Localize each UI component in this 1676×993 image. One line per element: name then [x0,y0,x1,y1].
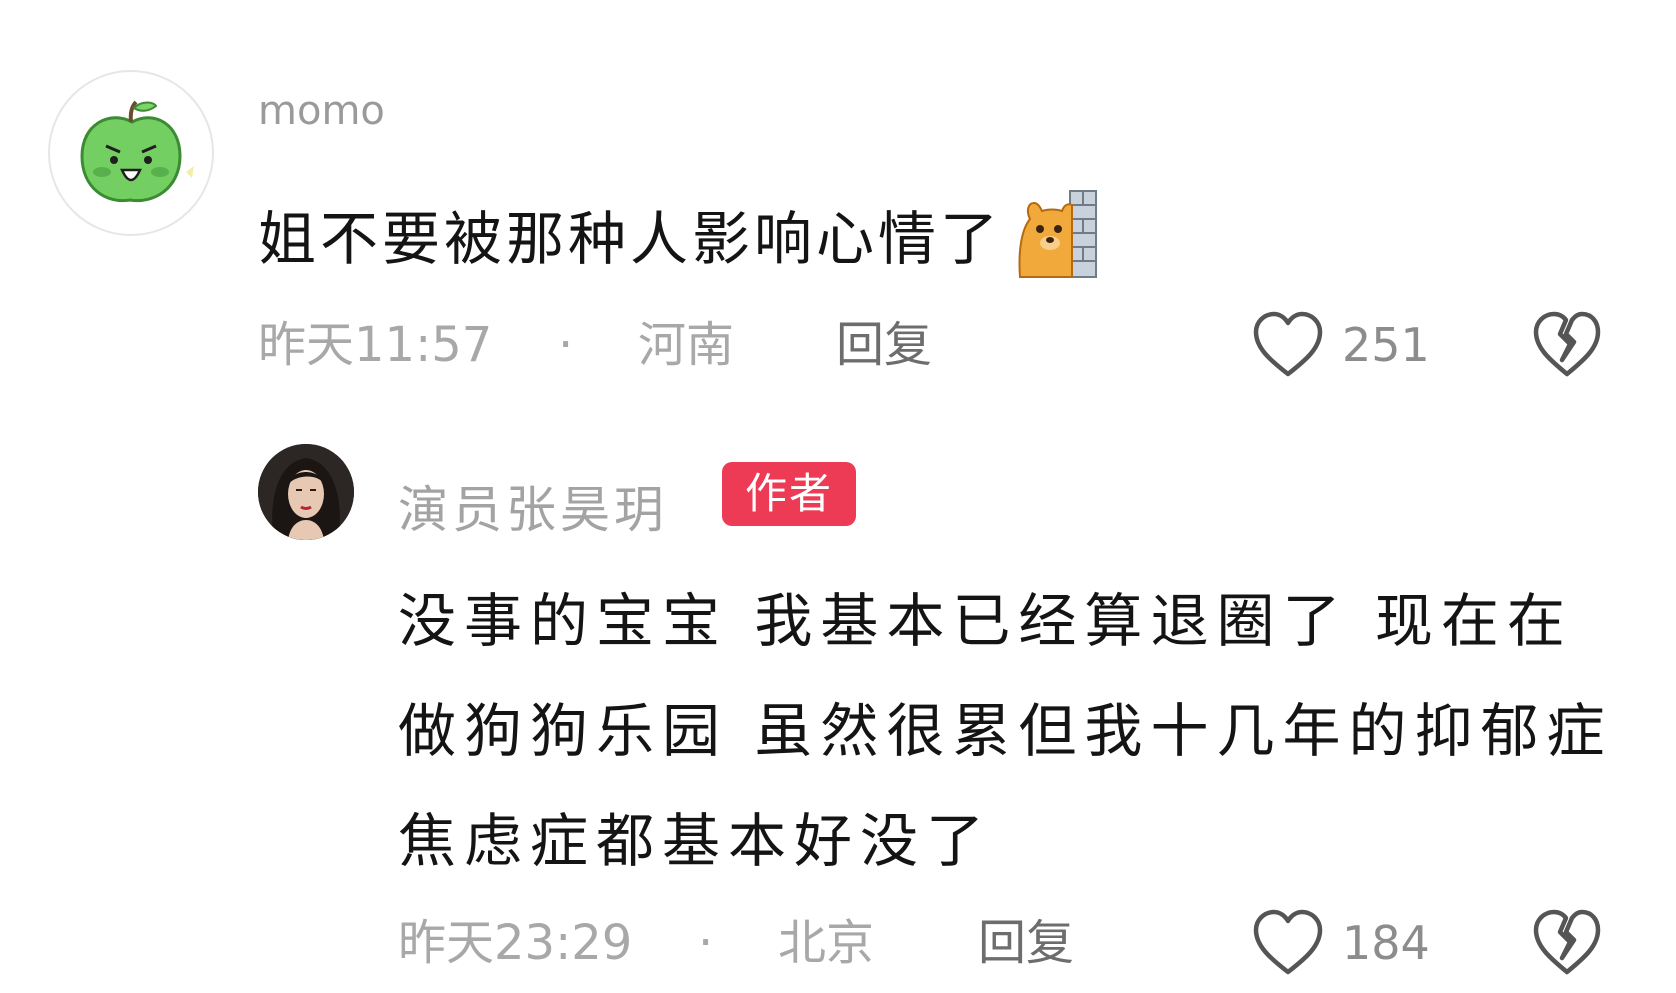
reply-item: 演员张昊玥 作者 没事的宝宝 我基本已经算退圈了 现在在做狗狗乐园 虽然很累但我… [0,430,1676,993]
broken-heart-icon[interactable] [1530,310,1604,380]
broken-heart-icon[interactable] [1530,908,1604,978]
comment-item: momo 姐不要被那种人影响心情了 昨天11:57 · 河南 回复 251 [0,0,1676,420]
reply-button[interactable]: 回复 [978,908,1074,978]
separator: · [698,915,714,971]
portrait-avatar-icon [258,444,354,540]
heart-icon[interactable] [1250,908,1326,978]
author-username[interactable]: 演员张昊玥 [398,470,668,542]
bear-peeking-emoji [1016,189,1100,281]
user-avatar[interactable] [48,70,214,236]
separator: · [558,317,574,373]
location: 河南 [638,317,735,373]
timestamp: 昨天11:57 [258,317,493,373]
author-badge: 作者 [722,462,856,526]
username[interactable]: momo [258,88,385,134]
reply-button[interactable]: 回复 [836,310,932,380]
comment-meta: 昨天11:57 · 河南 回复 251 [258,310,1601,380]
comment-text: 姐不要被那种人影响心情了 [258,189,1100,289]
timestamp: 昨天23:29 [398,915,633,971]
like-count: 251 [1342,318,1430,372]
like-count: 184 [1342,916,1430,970]
reply-text: 没事的宝宝 我基本已经算退圈了 现在在做狗狗乐园 虽然很累但我十几年的抑郁症焦虑… [398,587,1613,875]
reply-meta: 昨天23:29 · 北京 回复 184 [398,908,1638,978]
green-apple-avatar-icon [80,100,194,203]
heart-icon[interactable] [1250,310,1326,380]
author-avatar[interactable] [258,444,354,540]
comment-body: 姐不要被那种人影响心情了 [258,205,1003,273]
location: 北京 [778,915,875,971]
